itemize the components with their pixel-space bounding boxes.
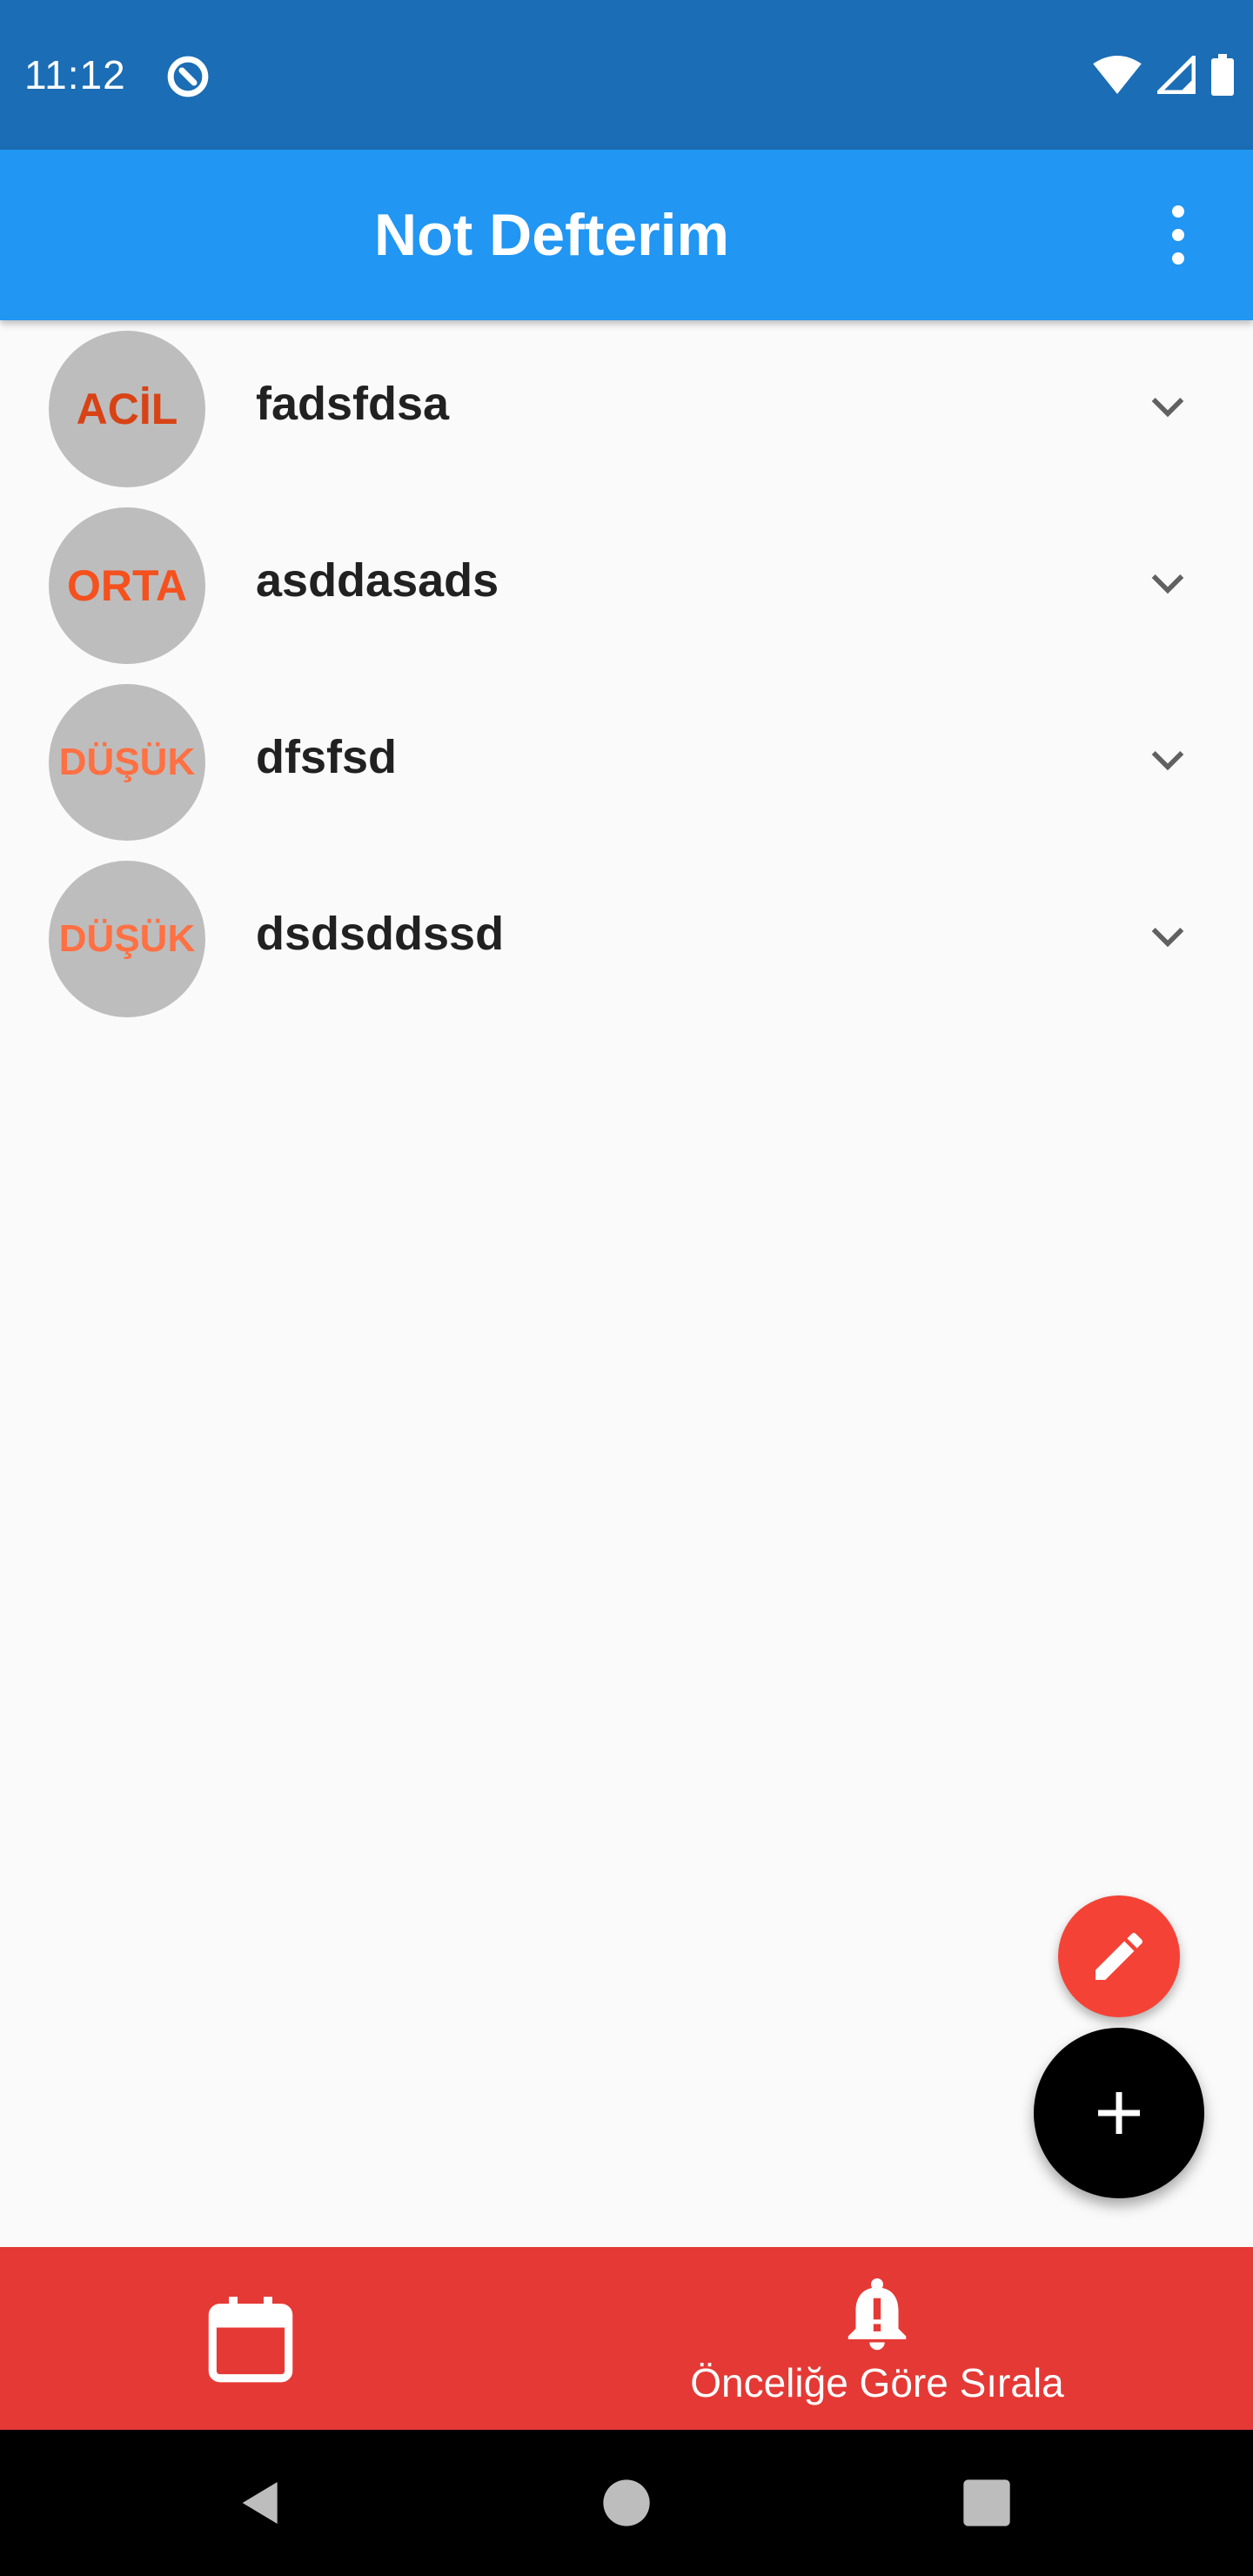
bottom-nav: Önceliğe Göre Sırala: [0, 2247, 1253, 2430]
app-bar: Not Defterim: [0, 150, 1253, 320]
status-bar: 11:12: [0, 0, 1253, 150]
wifi-icon: [1093, 56, 1142, 94]
chevron-down-icon[interactable]: [1143, 735, 1192, 783]
add-note-button[interactable]: [1034, 2028, 1204, 2198]
priority-badge: ACİL: [49, 331, 205, 487]
note-title: dsdsddssd: [256, 908, 505, 960]
priority-badge: DÜŞÜK: [49, 861, 205, 1017]
home-icon[interactable]: [599, 2475, 654, 2531]
chevron-down-icon[interactable]: [1143, 558, 1192, 607]
note-list: ACİL fadsfdsa ORTA asddasads DÜŞÜK dfsfs…: [0, 320, 1253, 1027]
pencil-icon: [1096, 1932, 1143, 1980]
sync-disabled-icon: [167, 56, 209, 97]
status-icons: [1093, 52, 1234, 97]
note-title: fadsfdsa: [256, 378, 450, 430]
more-vert-icon[interactable]: [1157, 205, 1199, 265]
bell-alert-icon: [848, 2278, 907, 2351]
priority-badge: ORTA: [49, 507, 205, 664]
note-title: dfsfsd: [256, 731, 397, 783]
note-title: asddasads: [256, 554, 499, 607]
plus-icon: [1098, 2092, 1140, 2134]
list-item[interactable]: DÜŞÜK dfsfsd: [0, 674, 1253, 850]
calendar-icon: [208, 2297, 293, 2383]
nav-item-sort-priority[interactable]: Önceliğe Göre Sırala: [626, 2247, 1128, 2430]
back-icon[interactable]: [233, 2475, 289, 2531]
nav-item-calendar[interactable]: [0, 2247, 501, 2430]
cellular-signal-icon: [1157, 56, 1196, 94]
chevron-down-icon[interactable]: [1143, 911, 1192, 960]
battery-icon: [1211, 54, 1234, 96]
chevron-down-icon[interactable]: [1143, 381, 1192, 430]
sort-priority-label: Önceliğe Göre Sırala: [690, 2360, 1064, 2405]
priority-badge: DÜŞÜK: [49, 684, 205, 841]
status-time: 11:12: [24, 52, 126, 97]
list-item[interactable]: ACİL fadsfdsa: [0, 320, 1253, 497]
page-title: Not Defterim: [373, 202, 730, 268]
list-item[interactable]: DÜŞÜK dsdsddssd: [0, 850, 1253, 1027]
edit-button[interactable]: [1058, 1895, 1180, 2017]
list-item[interactable]: ORTA asddasads: [0, 497, 1253, 674]
recents-icon[interactable]: [959, 2475, 1015, 2531]
system-nav-bar: [0, 2430, 1253, 2576]
